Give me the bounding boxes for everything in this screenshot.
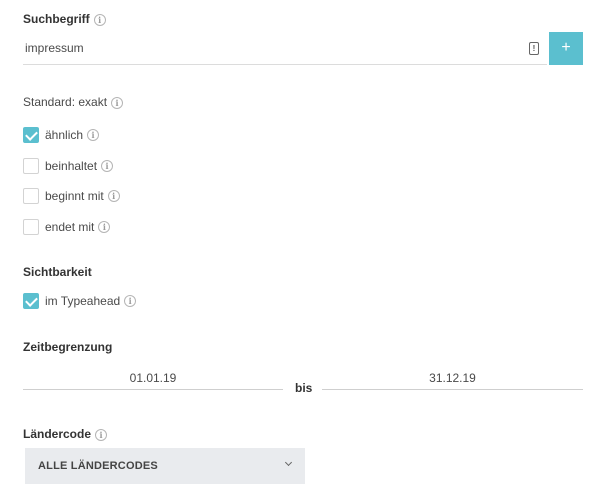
info-icon[interactable]: i [98,221,111,233]
option-label: endet mit [45,220,95,234]
search-heading-label: Suchbegriff [23,12,90,26]
info-icon[interactable]: i [111,96,124,109]
info-icon[interactable]: i [93,13,106,26]
option-label: beginnt mit [45,189,104,203]
chevron-down-icon [284,458,293,467]
info-icon[interactable]: i [87,129,100,141]
visibility-option-typeahead[interactable]: im Typeahead i [23,293,137,309]
match-mode-heading: Standard: exakt i [23,95,124,109]
info-icon[interactable]: i [101,160,114,172]
search-field-wrapper: ! [23,33,547,65]
checkbox-aehnlich[interactable] [23,127,39,143]
match-option-endet-mit[interactable]: endet mit i [23,219,111,235]
date-to-input[interactable]: 31.12.19 [322,368,583,390]
time-heading: Zeitbegrenzung [23,340,113,354]
checkbox-beginnt-mit[interactable] [23,188,39,204]
checkbox-endet-mit[interactable] [23,219,39,235]
match-mode-label: Standard: exakt [23,95,108,109]
info-icon[interactable]: i [107,190,120,202]
match-option-beginnt-mit[interactable]: beginnt mit i [23,188,120,204]
search-heading: Suchbegriff i [23,12,106,26]
country-heading-label: Ländercode [23,427,92,441]
info-icon[interactable]: i [124,295,137,307]
country-heading: Ländercode i [23,427,108,441]
clipboard-icon[interactable]: ! [529,42,539,55]
country-code-select[interactable]: ALLE LÄNDERCODES [25,448,305,484]
search-input[interactable] [23,33,513,63]
visibility-heading: Sichtbarkeit [23,265,92,279]
country-code-selected: ALLE LÄNDERCODES [38,460,158,472]
match-option-beinhaltet[interactable]: beinhaltet i [23,158,114,174]
date-from-input[interactable]: 01.01.19 [23,368,283,390]
option-label: im Typeahead [45,294,121,308]
info-icon[interactable]: i [95,428,108,441]
option-label: beinhaltet [45,159,98,173]
date-separator: bis [295,381,313,395]
checkbox-beinhaltet[interactable] [23,158,39,174]
plus-icon: + [561,39,571,56]
add-term-button[interactable]: + [549,32,583,65]
checkbox-typeahead[interactable] [23,293,39,309]
option-label: ähnlich [45,128,84,142]
match-option-aehnlich[interactable]: ähnlich i [23,127,100,143]
